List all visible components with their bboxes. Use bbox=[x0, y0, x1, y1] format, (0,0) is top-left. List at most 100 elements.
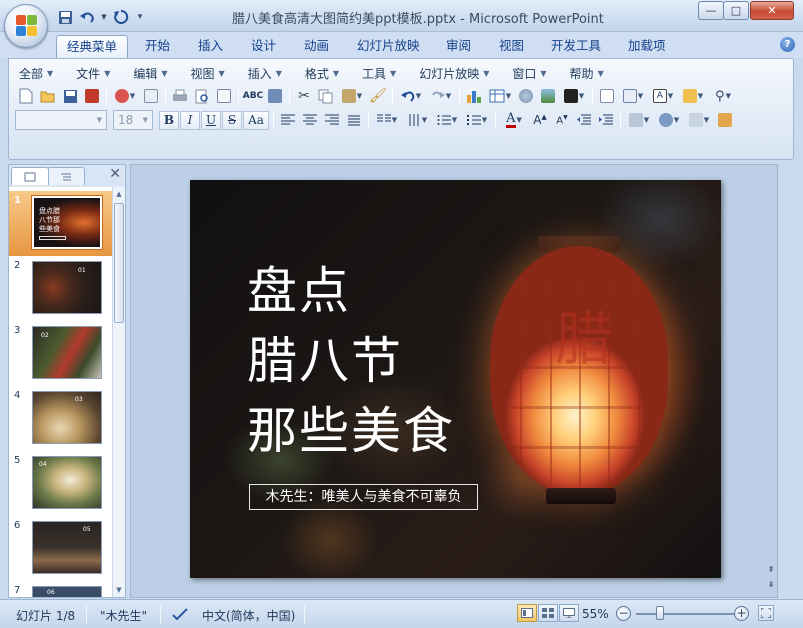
copy-icon[interactable] bbox=[315, 85, 337, 107]
clip-art-icon[interactable] bbox=[515, 85, 537, 107]
print-preview-icon[interactable] bbox=[191, 85, 213, 107]
columns-icon[interactable]: ▼ bbox=[372, 109, 402, 131]
underline-button[interactable]: U bbox=[201, 110, 221, 130]
redo-icon[interactable] bbox=[112, 8, 130, 26]
textbox-icon[interactable]: A ▼ bbox=[648, 85, 678, 107]
office-button[interactable] bbox=[4, 4, 48, 48]
chart-icon[interactable] bbox=[463, 85, 485, 107]
numbering-icon[interactable]: ▼ bbox=[432, 109, 462, 131]
slide-title[interactable]: 盘点 腊八节 那些美食 bbox=[247, 256, 455, 466]
grow-font-icon[interactable]: A▲ bbox=[529, 109, 551, 131]
close-button[interactable]: ✕ bbox=[750, 1, 794, 20]
menu-all[interactable]: 全部 ▼ bbox=[19, 63, 53, 83]
prev-slide-icon[interactable]: ⇞ bbox=[767, 565, 775, 574]
menu-view[interactable]: 视图 ▼ bbox=[191, 63, 225, 83]
tab-home[interactable]: 开始 bbox=[135, 35, 180, 58]
justify-icon[interactable] bbox=[343, 109, 365, 131]
align-right-icon[interactable] bbox=[321, 109, 343, 131]
folder-icon[interactable]: ▼ bbox=[678, 85, 708, 107]
spelling-check-icon[interactable] bbox=[171, 607, 189, 624]
layout-icon[interactable]: ▼ bbox=[618, 85, 648, 107]
table-icon[interactable]: ▼ bbox=[485, 85, 515, 107]
thumbnail-scrollbar[interactable]: ▲ ▼ bbox=[112, 187, 125, 597]
zoom-level[interactable]: 55% bbox=[582, 607, 609, 621]
language-indicator[interactable]: 中文(简体，中国) bbox=[202, 607, 295, 624]
increase-indent-icon[interactable] bbox=[595, 109, 617, 131]
picture-icon[interactable] bbox=[537, 85, 559, 107]
save-icon[interactable] bbox=[56, 8, 74, 26]
research-icon[interactable] bbox=[264, 85, 286, 107]
menu-tools[interactable]: 工具 ▼ bbox=[362, 63, 396, 83]
new-document-icon[interactable] bbox=[15, 85, 37, 107]
cut-icon[interactable]: ✂ bbox=[293, 85, 315, 107]
new-slide-icon[interactable] bbox=[596, 85, 618, 107]
menu-insert[interactable]: 插入 ▼ bbox=[248, 63, 282, 83]
slide-scrollbar[interactable]: ⇞ ⇟ bbox=[767, 165, 775, 597]
tab-add-ins[interactable]: 加载项 bbox=[618, 35, 676, 58]
slide-canvas[interactable]: 腊 盘点 腊八节 那些美食 木先生：唯美人与美食不可辜负 bbox=[190, 180, 721, 578]
save-icon[interactable] bbox=[59, 85, 81, 107]
font-color-icon[interactable]: A ▼ bbox=[499, 109, 529, 131]
shrink-font-icon[interactable]: A▼ bbox=[551, 109, 573, 131]
tab-classic-menu[interactable]: 经典菜单 bbox=[56, 35, 129, 58]
menu-slide-show[interactable]: 幻灯片放映 ▼ bbox=[419, 63, 489, 83]
find-icon[interactable]: ⚲ ▼ bbox=[708, 85, 738, 107]
bullets-icon[interactable]: ▼ bbox=[462, 109, 492, 131]
text-direction-icon[interactable]: ▼ bbox=[402, 109, 432, 131]
align-center-icon[interactable] bbox=[299, 109, 321, 131]
font-name-combo[interactable]: ▼ bbox=[15, 110, 107, 130]
scroll-thumb[interactable] bbox=[114, 203, 124, 323]
tab-slides[interactable] bbox=[11, 167, 49, 185]
slide-subtitle[interactable]: 木先生：唯美人与美食不可辜负 bbox=[249, 484, 478, 510]
tab-animations[interactable]: 动画 bbox=[294, 35, 339, 58]
fill-color-icon[interactable]: ▼ bbox=[559, 85, 589, 107]
arrange-icon[interactable]: ▼ bbox=[684, 109, 714, 131]
thumbnail-slide-5[interactable]: 5 04 bbox=[9, 451, 113, 516]
scroll-down-icon[interactable]: ▼ bbox=[113, 583, 125, 597]
shapes-icon[interactable]: ▼ bbox=[654, 109, 684, 131]
strikethrough-button[interactable]: S bbox=[222, 110, 242, 130]
zoom-out-icon[interactable]: − bbox=[616, 606, 631, 621]
recipient-icon[interactable]: ▼ bbox=[110, 85, 140, 107]
minimize-button[interactable]: — bbox=[698, 1, 724, 20]
shape-fill-icon[interactable] bbox=[714, 109, 736, 131]
undo-dropdown-icon[interactable]: ▼ bbox=[100, 8, 108, 26]
open-folder-icon[interactable] bbox=[37, 85, 59, 107]
spelling-icon[interactable]: ABC bbox=[242, 85, 264, 107]
thumbnail-slide-6[interactable]: 6 05 bbox=[9, 516, 113, 581]
help-icon[interactable]: ? bbox=[780, 37, 795, 52]
tab-developer[interactable]: 开发工具 bbox=[541, 35, 611, 58]
zoom-slider-track[interactable] bbox=[636, 613, 734, 615]
tab-review[interactable]: 审阅 bbox=[436, 35, 481, 58]
fit-to-window-button[interactable] bbox=[758, 605, 774, 621]
permission-icon[interactable] bbox=[81, 85, 103, 107]
font-size-combo[interactable]: 18 ▼ bbox=[113, 110, 153, 130]
scroll-up-icon[interactable]: ▲ bbox=[113, 187, 125, 201]
menu-format[interactable]: 格式 ▼ bbox=[305, 63, 339, 83]
tab-slide-show[interactable]: 幻灯片放映 bbox=[347, 35, 430, 58]
menu-help[interactable]: 帮助 ▼ bbox=[570, 63, 604, 83]
tab-insert[interactable]: 插入 bbox=[188, 35, 233, 58]
thumbnail-slide-7[interactable]: 7 06 bbox=[9, 581, 113, 597]
thumbnail-slide-3[interactable]: 3 02 bbox=[9, 321, 113, 386]
menu-edit[interactable]: 编辑 ▼ bbox=[133, 63, 167, 83]
redo-icon[interactable]: ▼ bbox=[426, 85, 456, 107]
thumbnail-slide-1[interactable]: 1 盘点腊八节那些美食 bbox=[9, 191, 113, 256]
menu-file[interactable]: 文件 ▼ bbox=[76, 63, 110, 83]
tab-outline[interactable] bbox=[47, 167, 85, 185]
attach-icon[interactable] bbox=[140, 85, 162, 107]
menu-window[interactable]: 窗口 ▼ bbox=[512, 63, 546, 83]
zoom-in-icon[interactable]: + bbox=[734, 606, 749, 621]
design-icon[interactable]: ▼ bbox=[624, 109, 654, 131]
italic-button[interactable]: I bbox=[180, 110, 200, 130]
quick-print-icon[interactable] bbox=[213, 85, 235, 107]
undo-icon[interactable]: ▼ bbox=[396, 85, 426, 107]
next-slide-icon[interactable]: ⇟ bbox=[767, 580, 775, 589]
maximize-button[interactable]: □ bbox=[723, 1, 749, 20]
tab-view[interactable]: 视图 bbox=[489, 35, 534, 58]
format-painter-icon[interactable]: 🖌 bbox=[367, 85, 389, 107]
normal-view-button[interactable] bbox=[517, 604, 537, 622]
customize-icon[interactable]: ▾ bbox=[134, 8, 146, 26]
decrease-indent-icon[interactable] bbox=[573, 109, 595, 131]
align-left-icon[interactable] bbox=[277, 109, 299, 131]
